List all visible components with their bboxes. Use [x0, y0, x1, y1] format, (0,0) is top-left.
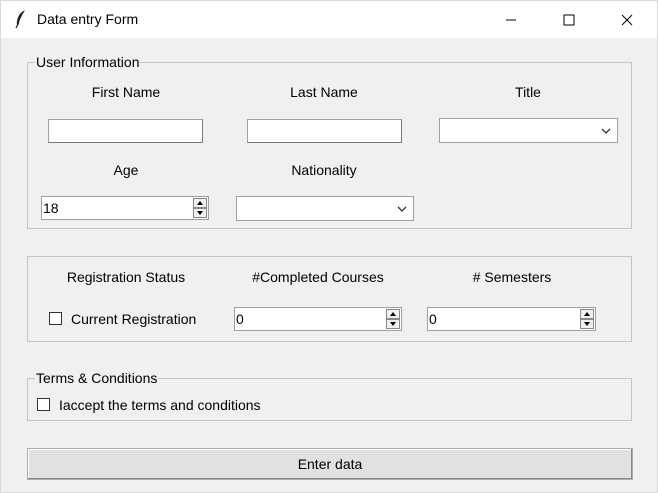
- semesters-increment-button[interactable]: [580, 309, 594, 319]
- arrow-down-icon: [584, 322, 590, 326]
- completed-courses-increment-button[interactable]: [386, 309, 400, 319]
- chevron-down-icon: [601, 128, 611, 134]
- enter-data-button[interactable]: Enter data: [27, 448, 633, 480]
- completed-courses-decrement-button[interactable]: [386, 319, 400, 329]
- user-info-legend: User Information: [35, 54, 141, 70]
- first-name-input[interactable]: [48, 119, 203, 143]
- nationality-label: Nationality: [291, 162, 357, 178]
- semesters-value: 0: [429, 311, 437, 327]
- current-registration-label[interactable]: Current Registration: [71, 311, 196, 327]
- minimize-icon: [506, 19, 516, 20]
- close-icon: [621, 14, 633, 25]
- completed-courses-spinbox[interactable]: 0: [234, 307, 402, 331]
- window-title: Data entry Form: [37, 11, 139, 27]
- maximize-icon: [563, 14, 575, 25]
- title-combobox[interactable]: [439, 118, 618, 143]
- completed-courses-spin-buttons: [386, 309, 400, 329]
- age-increment-button[interactable]: [193, 198, 207, 208]
- completed-courses-value: 0: [236, 311, 244, 327]
- age-spinbox[interactable]: 18: [41, 196, 209, 220]
- chevron-down-icon: [397, 206, 407, 212]
- arrow-up-icon: [390, 312, 396, 316]
- terms-legend: Terms & Conditions: [35, 370, 159, 386]
- close-button[interactable]: [598, 1, 656, 38]
- nationality-combobox[interactable]: [236, 196, 414, 221]
- last-name-label: Last Name: [290, 84, 358, 100]
- arrow-up-icon: [584, 312, 590, 316]
- age-spin-buttons: [193, 198, 207, 218]
- maximize-button[interactable]: [540, 1, 598, 38]
- first-name-label: First Name: [91, 84, 161, 100]
- arrow-up-icon: [197, 201, 203, 205]
- semesters-spin-buttons: [580, 309, 594, 329]
- accept-terms-checkbox[interactable]: [37, 398, 50, 411]
- age-decrement-button[interactable]: [193, 208, 207, 218]
- semesters-spinbox[interactable]: 0: [427, 307, 596, 331]
- arrow-down-icon: [390, 322, 396, 326]
- arrow-down-icon: [197, 211, 203, 215]
- accept-terms-label[interactable]: Iaccept the terms and conditions: [59, 397, 261, 413]
- feather-icon: [15, 10, 25, 29]
- semesters-decrement-button[interactable]: [580, 319, 594, 329]
- minimize-button[interactable]: [482, 1, 540, 38]
- semesters-label: # Semesters: [472, 269, 552, 285]
- completed-courses-label: #Completed Courses: [252, 269, 384, 285]
- title-label: Title: [515, 84, 541, 100]
- title-bar: Data entry Form: [1, 1, 657, 38]
- current-registration-checkbox[interactable]: [49, 312, 62, 325]
- age-label: Age: [113, 162, 139, 178]
- registration-status-label: Registration Status: [66, 269, 186, 285]
- last-name-input[interactable]: [247, 119, 402, 143]
- age-value: 18: [43, 200, 59, 216]
- app-window: Data entry Form User Information First N…: [0, 0, 658, 493]
